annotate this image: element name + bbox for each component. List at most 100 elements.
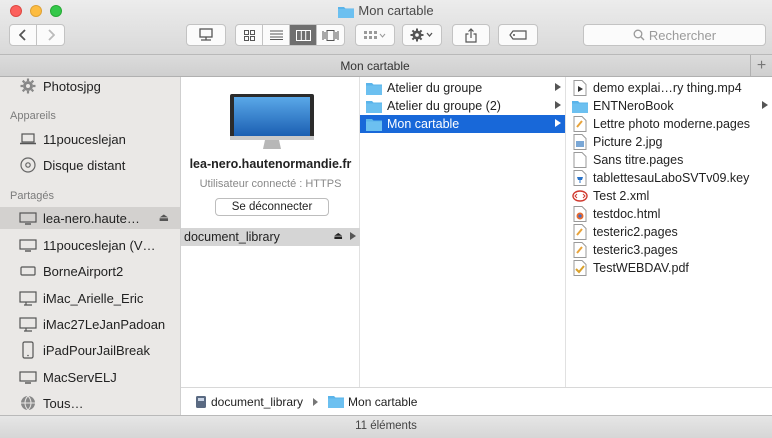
- list-item-label: testdoc.html: [593, 207, 661, 221]
- tab-current[interactable]: Mon cartable: [0, 59, 750, 73]
- list-item-label: Lettre photo moderne.pages: [593, 117, 751, 131]
- laptop-icon: [18, 130, 38, 148]
- share-row-document-library[interactable]: document_library ⏏: [181, 228, 360, 246]
- back-button[interactable]: [10, 25, 37, 45]
- gear-icon: [18, 77, 38, 95]
- search-field[interactable]: Rechercher: [583, 24, 766, 46]
- list-item-file[interactable]: TestWEBDAV.pdf: [566, 259, 772, 277]
- pages-icon: [572, 224, 588, 240]
- list-item-file[interactable]: testdoc.html: [566, 205, 772, 223]
- path-item-mon-cartable[interactable]: Mon cartable: [348, 395, 417, 409]
- folder-icon: [366, 98, 382, 114]
- grid-icon: [243, 29, 255, 41]
- imac-icon: [18, 289, 38, 307]
- server-monitor-icon: [227, 92, 317, 155]
- server-user-status: Utilisateur connecté : HTTPS: [199, 178, 342, 190]
- sidebar-item-label: iPadPourJailBreak: [43, 342, 150, 358]
- disclosure-arrow-icon: [350, 232, 356, 240]
- folder-icon: [338, 5, 355, 21]
- list-item-folder[interactable]: ENTNeroBook: [566, 97, 772, 115]
- sidebar-item-all[interactable]: Tous…: [0, 392, 180, 414]
- cover-flow-icon: [322, 29, 339, 41]
- sidebar-item-remote-disc[interactable]: Disque distant: [0, 154, 180, 176]
- network-button[interactable]: [186, 24, 226, 46]
- tab-bar: Mon cartable +: [0, 55, 772, 77]
- list-view-button[interactable]: [263, 25, 290, 45]
- sidebar-item-label: Photosjpg: [43, 78, 101, 94]
- list-item-atelier-du-groupe-2[interactable]: Atelier du groupe (2): [360, 97, 565, 115]
- path-item-document-library[interactable]: document_library: [211, 395, 303, 409]
- sidebar-heading-shared: Partagés: [10, 190, 55, 202]
- view-mode-segment: [235, 24, 345, 46]
- folder-icon: [366, 80, 382, 96]
- column-view-button[interactable]: [290, 25, 317, 45]
- sidebar-item-label: Tous…: [43, 395, 84, 411]
- sidebar-item-borneairport2[interactable]: BorneAirport2: [0, 260, 180, 282]
- folder-icon: [366, 116, 382, 132]
- list-item-label: testeric3.pages: [593, 243, 678, 257]
- blank-doc-icon: [572, 152, 588, 168]
- disc-icon: [18, 156, 38, 174]
- list-item-label: TestWEBDAV.pdf: [593, 261, 689, 275]
- list-item-label: Mon cartable: [387, 117, 460, 131]
- disclosure-arrow-icon: [762, 101, 768, 109]
- list-item-file[interactable]: Picture 2.jpg: [566, 133, 772, 151]
- disconnect-button[interactable]: Se déconnecter: [215, 198, 329, 216]
- icon-view-button[interactable]: [236, 25, 263, 45]
- sidebar-item-macservelj[interactable]: MacServELJ: [0, 366, 180, 388]
- monitor-icon: [18, 236, 38, 254]
- sidebar-item-label: iMac27LeJanPadoan: [43, 316, 166, 332]
- chevron-right-icon: [47, 29, 55, 41]
- sidebar-item-photosjpg[interactable]: Photosjpg: [0, 77, 180, 97]
- ipad-icon: [18, 341, 38, 359]
- sidebar-item-ipadpourjailbreak[interactable]: iPadPourJailBreak: [0, 339, 180, 361]
- history-segment: [9, 24, 65, 46]
- sidebar-item-label: lea-nero.haute…: [43, 210, 140, 226]
- list-item-mon-cartable[interactable]: Mon cartable: [360, 115, 565, 133]
- list-item-label: Test 2.xml: [593, 189, 650, 203]
- list-item-file[interactable]: Lettre photo moderne.pages: [566, 115, 772, 133]
- status-item-count: 11 éléments: [355, 420, 417, 432]
- folder-icon: [328, 396, 345, 408]
- window-title-text: Mon cartable: [358, 3, 434, 18]
- cover-flow-button[interactable]: [317, 25, 344, 45]
- sidebar-item-imac-arielle-eric[interactable]: iMac_Arielle_Eric: [0, 287, 180, 309]
- title-bar: Mon cartable Rechercher: [0, 0, 772, 55]
- list-item-file[interactable]: tablettesauLaboSVTv09.key: [566, 169, 772, 187]
- sidebar-item-label: 11pouceslejan: [43, 131, 126, 147]
- pages-icon: [572, 242, 588, 258]
- search-placeholder: Rechercher: [648, 27, 717, 43]
- new-tab-button[interactable]: +: [750, 55, 772, 77]
- sidebar-heading-devices: Appareils: [10, 110, 56, 122]
- sidebar-item-lea-nero[interactable]: lea-nero.haute… ⏏: [0, 207, 180, 229]
- globe-icon: [18, 394, 38, 412]
- list-item-label: tablettesauLaboSVTv09.key: [593, 171, 750, 185]
- chevron-left-icon: [19, 29, 26, 41]
- tags-button[interactable]: [498, 24, 538, 46]
- action-button[interactable]: [402, 24, 442, 46]
- list-item-label: Atelier du groupe (2): [387, 99, 501, 113]
- list-item-atelier-du-groupe[interactable]: Atelier du groupe: [360, 79, 565, 97]
- disclosure-arrow-icon: [555, 101, 561, 109]
- list-item-label: ENTNeroBook: [593, 99, 674, 113]
- sidebar-item-label: iMac_Arielle_Eric: [43, 290, 144, 306]
- share-button[interactable]: [452, 24, 490, 46]
- eject-icon[interactable]: ⏏: [159, 211, 169, 224]
- pdf-icon: [572, 260, 588, 276]
- list-item-file[interactable]: demo explai…ry thing.mp4: [566, 79, 772, 97]
- arrange-button[interactable]: [355, 24, 395, 46]
- sidebar-item-label: 11pouceslejan (V…: [43, 237, 156, 253]
- list-item-file[interactable]: testeric3.pages: [566, 241, 772, 259]
- sidebar-item-imac27lejanpadoan[interactable]: iMac27LeJanPadoan: [0, 313, 180, 335]
- base-station-icon: [18, 262, 38, 280]
- eject-icon[interactable]: ⏏: [334, 231, 343, 242]
- forward-button[interactable]: [37, 25, 64, 45]
- sidebar-item-11pouceslejan-v[interactable]: 11pouceslejan (V…: [0, 234, 180, 256]
- list-item-file[interactable]: Test 2.xml: [566, 187, 772, 205]
- network-computer-icon: [199, 28, 213, 41]
- disclosure-arrow-icon: [555, 83, 561, 91]
- sidebar-item-11pouceslejan[interactable]: 11pouceslejan: [0, 128, 180, 150]
- list-item-file[interactable]: testeric2.pages: [566, 223, 772, 241]
- list-item-file[interactable]: Sans titre.pages: [566, 151, 772, 169]
- list-item-label: Sans titre.pages: [593, 153, 684, 167]
